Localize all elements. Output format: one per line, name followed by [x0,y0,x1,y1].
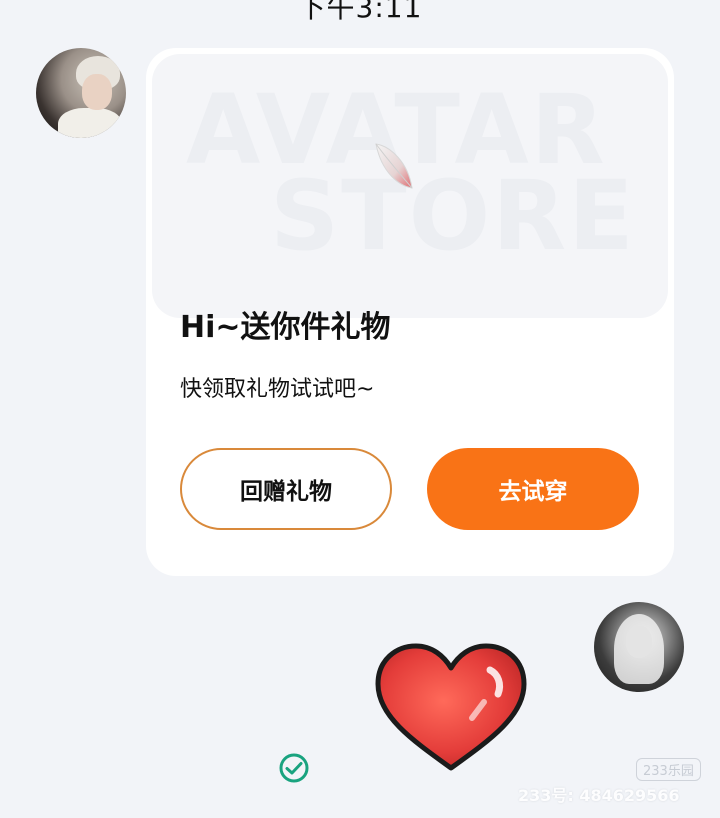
status-bar-time: 下午3:11 [297,0,423,24]
try-on-button[interactable]: 去试穿 [427,448,639,530]
gift-message-card: AVATAR STORE Hi~送你件礼物 快领取礼物试试吧~ 回赠礼物 去试穿 [146,48,674,576]
check-circle-icon [279,753,309,783]
avatar-store-banner: AVATAR STORE [152,54,668,318]
watermark-logo: 233乐园 [636,758,701,781]
user-avatar[interactable] [594,602,684,692]
return-gift-button[interactable]: 回赠礼物 [180,448,392,530]
heart-sticker[interactable] [372,640,530,774]
banner-text-line-2: STORE [270,160,636,272]
feather-icon [375,143,413,189]
gift-subtitle: 快领取礼物试试吧~ [180,377,375,402]
gift-title: Hi~送你件礼物 [180,310,391,345]
watermark-text: 233号: 484629566 [518,786,680,805]
sender-avatar[interactable] [36,48,126,138]
